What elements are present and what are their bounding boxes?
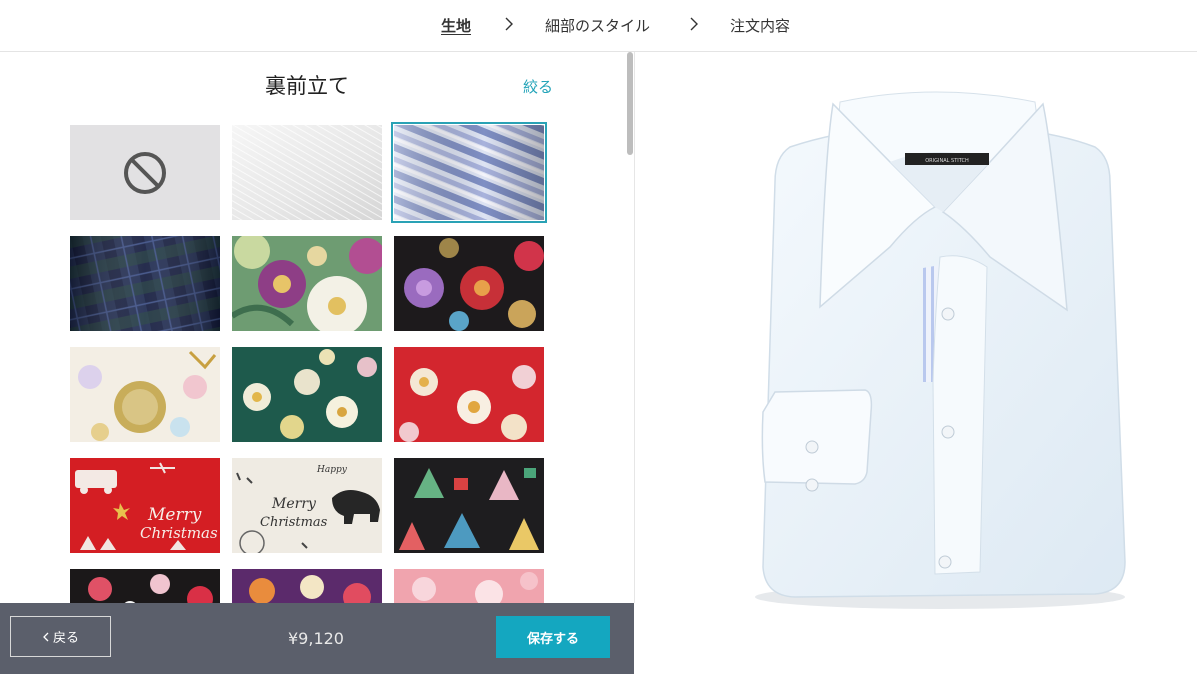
shirt-preview: ORIGINAL STITCH	[635, 52, 1197, 674]
swatch-red-christmas[interactable]: Merry Christmas	[70, 458, 220, 553]
chevron-left-icon	[43, 632, 49, 641]
swatch-black-chrysanthemum[interactable]	[394, 236, 544, 331]
price-display: ¥9,120	[288, 629, 344, 648]
chevron-right-icon	[505, 17, 513, 31]
scrollbar-thumb[interactable]	[627, 52, 633, 155]
swatch-none[interactable]	[70, 125, 220, 220]
panel-title: 裏前立て	[265, 74, 349, 98]
filter-link[interactable]: 絞る	[523, 76, 553, 97]
svg-text:Merry: Merry	[147, 505, 202, 525]
swatch-purple-floral[interactable]	[232, 569, 382, 603]
swatch-blue-stripe[interactable]	[391, 122, 547, 223]
back-button[interactable]: 戻る	[10, 616, 111, 657]
swatch-navy-tartan-check[interactable]	[70, 236, 220, 331]
footer-bar: 戻る ¥9,120 保存する	[0, 603, 634, 674]
swatch-pink-floral[interactable]	[394, 569, 544, 603]
scrollbar[interactable]	[626, 52, 634, 603]
back-button-label: 戻る	[52, 631, 79, 646]
svg-text:Christmas: Christmas	[140, 524, 218, 542]
svg-text:Merry: Merry	[271, 496, 317, 512]
swatch-white-bear-christmas[interactable]: Happy Merry Christmas	[232, 458, 382, 553]
shirt-image: ORIGINAL STITCH	[755, 91, 1126, 609]
chevron-right-icon	[690, 17, 698, 31]
swatch-red-floral[interactable]	[394, 347, 544, 442]
svg-text:Christmas: Christmas	[260, 515, 328, 530]
svg-text:Happy: Happy	[316, 465, 348, 475]
swatch-camellia-floral[interactable]	[232, 236, 382, 331]
step-order-details[interactable]: 注文内容	[730, 15, 790, 36]
step-navigation: 生地 細部のスタイル 注文内容	[0, 0, 1197, 52]
swatch-black-christmas-tree[interactable]	[394, 458, 544, 553]
save-button[interactable]: 保存する	[496, 616, 610, 658]
swatch-black-cherry-blossom[interactable]	[70, 569, 220, 603]
swatch-white-gold-floral[interactable]	[70, 347, 220, 442]
swatch-white-herringbone[interactable]	[232, 125, 382, 220]
swatch-green-floral[interactable]	[232, 347, 382, 442]
step-fabric[interactable]: 生地	[441, 15, 471, 36]
option-panel: 裏前立て 絞る Merry Christmas Happy Merry Chri…	[0, 52, 635, 603]
svg-text:ORIGINAL STITCH: ORIGINAL STITCH	[925, 158, 969, 164]
step-detail-style[interactable]: 細部のスタイル	[545, 15, 650, 36]
